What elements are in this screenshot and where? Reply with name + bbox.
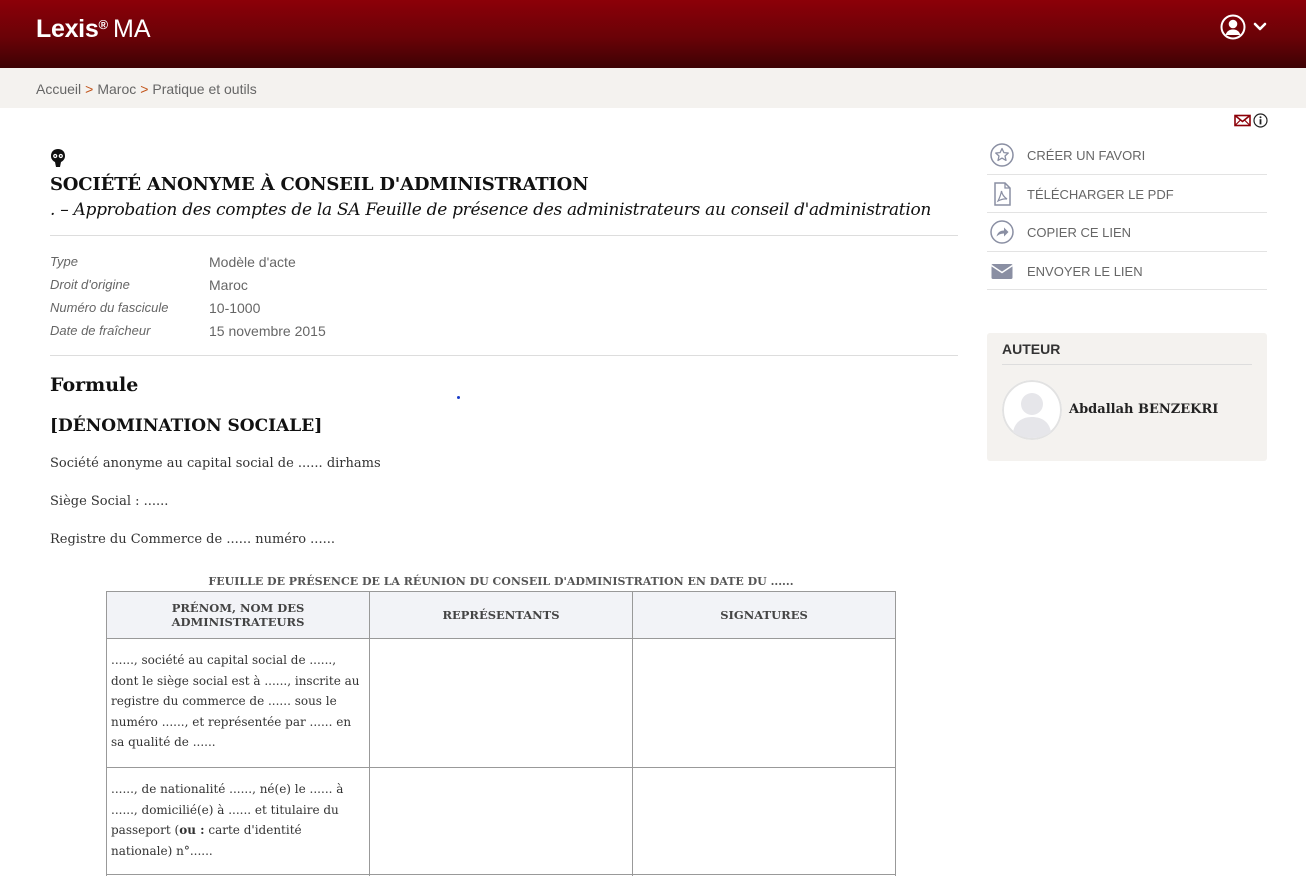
brand-name: Lexis	[36, 15, 99, 43]
brand-region: MA	[113, 15, 151, 43]
top-header-bar: Lexis® MA	[0, 0, 1306, 68]
mail-icon[interactable]	[1234, 113, 1251, 128]
breadcrumb-item-pratique[interactable]: Pratique et outils	[152, 81, 256, 97]
divider	[50, 355, 958, 356]
breadcrumb-separator: >	[85, 81, 94, 97]
document-actions: CRÉER UN FAVORI TÉLÉCHARGER LE PDF COPIE…	[987, 136, 1267, 290]
paragraph-capital: Société anonyme au capital social de ...…	[50, 456, 381, 471]
document-metadata: Type Modèle d'acte Droit d'origine Maroc…	[50, 252, 958, 344]
user-circle-icon	[1220, 14, 1246, 40]
cell-bold-text: ou :	[179, 823, 205, 837]
action-label: COPIER CE LIEN	[1027, 225, 1132, 240]
stray-dot	[457, 396, 460, 399]
column-header-signatures: SIGNATURES	[632, 591, 896, 639]
table-cell-signature	[632, 767, 896, 875]
action-label: TÉLÉCHARGER LE PDF	[1027, 186, 1174, 202]
create-favorite-button[interactable]: CRÉER UN FAVORI	[987, 136, 1267, 175]
metadata-value: 10-1000	[209, 300, 261, 316]
utility-icons	[1234, 113, 1270, 129]
copy-link-button[interactable]: COPIER CE LIEN	[987, 213, 1267, 252]
metadata-value: Modèle d'acte	[209, 254, 296, 270]
table-cell-administrateur: ......, société au capital social de ...…	[106, 638, 370, 768]
pdf-icon	[994, 181, 1011, 206]
breadcrumb: Accueil > Maroc > Pratique et outils	[36, 81, 257, 97]
action-label: ENVOYER LE LIEN	[1027, 263, 1143, 279]
metadata-row-fascicule: Numéro du fascicule 10-1000	[50, 298, 958, 321]
document-subtitle: . – Approbation des comptes de la SA Feu…	[50, 200, 932, 220]
table-caption: FEUILLE DE PRÉSENCE DE LA RÉUNION DU CON…	[208, 575, 794, 588]
table-cell-representant	[369, 767, 633, 875]
metadata-key: Type	[50, 254, 78, 269]
breadcrumb-item-maroc[interactable]: Maroc	[97, 81, 136, 97]
metadata-row-date: Date de fraîcheur 15 novembre 2015	[50, 321, 958, 344]
star-icon	[990, 143, 1014, 167]
paragraph-siege: Siège Social : ......	[50, 494, 169, 509]
metadata-value: 15 novembre 2015	[209, 323, 326, 339]
table-row: ......, de nationalité ......, né(e) le …	[106, 767, 896, 875]
avatar-placeholder-icon	[1002, 380, 1062, 440]
share-icon	[990, 220, 1014, 244]
envelope-icon	[991, 263, 1013, 279]
author-panel: AUTEUR Abdallah BENZEKRI	[987, 333, 1267, 461]
author-name[interactable]: Abdallah BENZEKRI	[1069, 402, 1218, 417]
action-label: CRÉER UN FAVORI	[1027, 148, 1146, 163]
template-mask-icon	[51, 149, 65, 167]
author-heading: AUTEUR	[1002, 341, 1061, 357]
column-header-administrateurs: PRÉNOM, NOM DES ADMINISTRATEURS	[106, 591, 370, 639]
attendance-table: PRÉNOM, NOM DES ADMINISTRATEURS REPRÉSEN…	[106, 591, 896, 876]
brand-registered-mark: ®	[98, 17, 109, 32]
metadata-value: Maroc	[209, 277, 248, 293]
metadata-key: Numéro du fascicule	[50, 300, 169, 315]
info-icon[interactable]	[1253, 113, 1268, 128]
author-avatar[interactable]	[1002, 380, 1062, 440]
chevron-down-icon	[1253, 22, 1267, 31]
table-cell-signature	[632, 638, 896, 768]
breadcrumb-bar: Accueil > Maroc > Pratique et outils	[0, 68, 1306, 108]
metadata-key: Date de fraîcheur	[50, 323, 151, 338]
divider	[50, 235, 958, 236]
breadcrumb-separator: >	[140, 81, 149, 97]
table-cell-representant	[369, 638, 633, 768]
paragraph-registre: Registre du Commerce de ...... numéro ..…	[50, 532, 335, 547]
breadcrumb-item-accueil[interactable]: Accueil	[36, 81, 81, 97]
company-name-heading: [DÉNOMINATION SOCIALE]	[50, 416, 323, 436]
send-link-button[interactable]: ENVOYER LE LIEN	[987, 252, 1267, 290]
user-menu-button[interactable]	[1220, 14, 1272, 42]
column-header-representants: REPRÉSENTANTS	[369, 591, 633, 639]
document-title: SOCIÉTÉ ANONYME À CONSEIL D'ADMINISTRATI…	[50, 174, 589, 195]
download-pdf-button[interactable]: TÉLÉCHARGER LE PDF	[987, 175, 1267, 213]
divider	[1002, 364, 1252, 365]
table-header-row: PRÉNOM, NOM DES ADMINISTRATEURS REPRÉSEN…	[106, 591, 896, 639]
metadata-row-origin: Droit d'origine Maroc	[50, 275, 958, 298]
site-logo[interactable]: Lexis® MA	[36, 14, 151, 44]
table-cell-administrateur: ......, de nationalité ......, né(e) le …	[106, 767, 370, 875]
metadata-row-type: Type Modèle d'acte	[50, 252, 958, 275]
section-heading-formule: Formule	[50, 374, 139, 396]
metadata-key: Droit d'origine	[50, 277, 130, 292]
table-row: ......, société au capital social de ...…	[106, 638, 896, 768]
